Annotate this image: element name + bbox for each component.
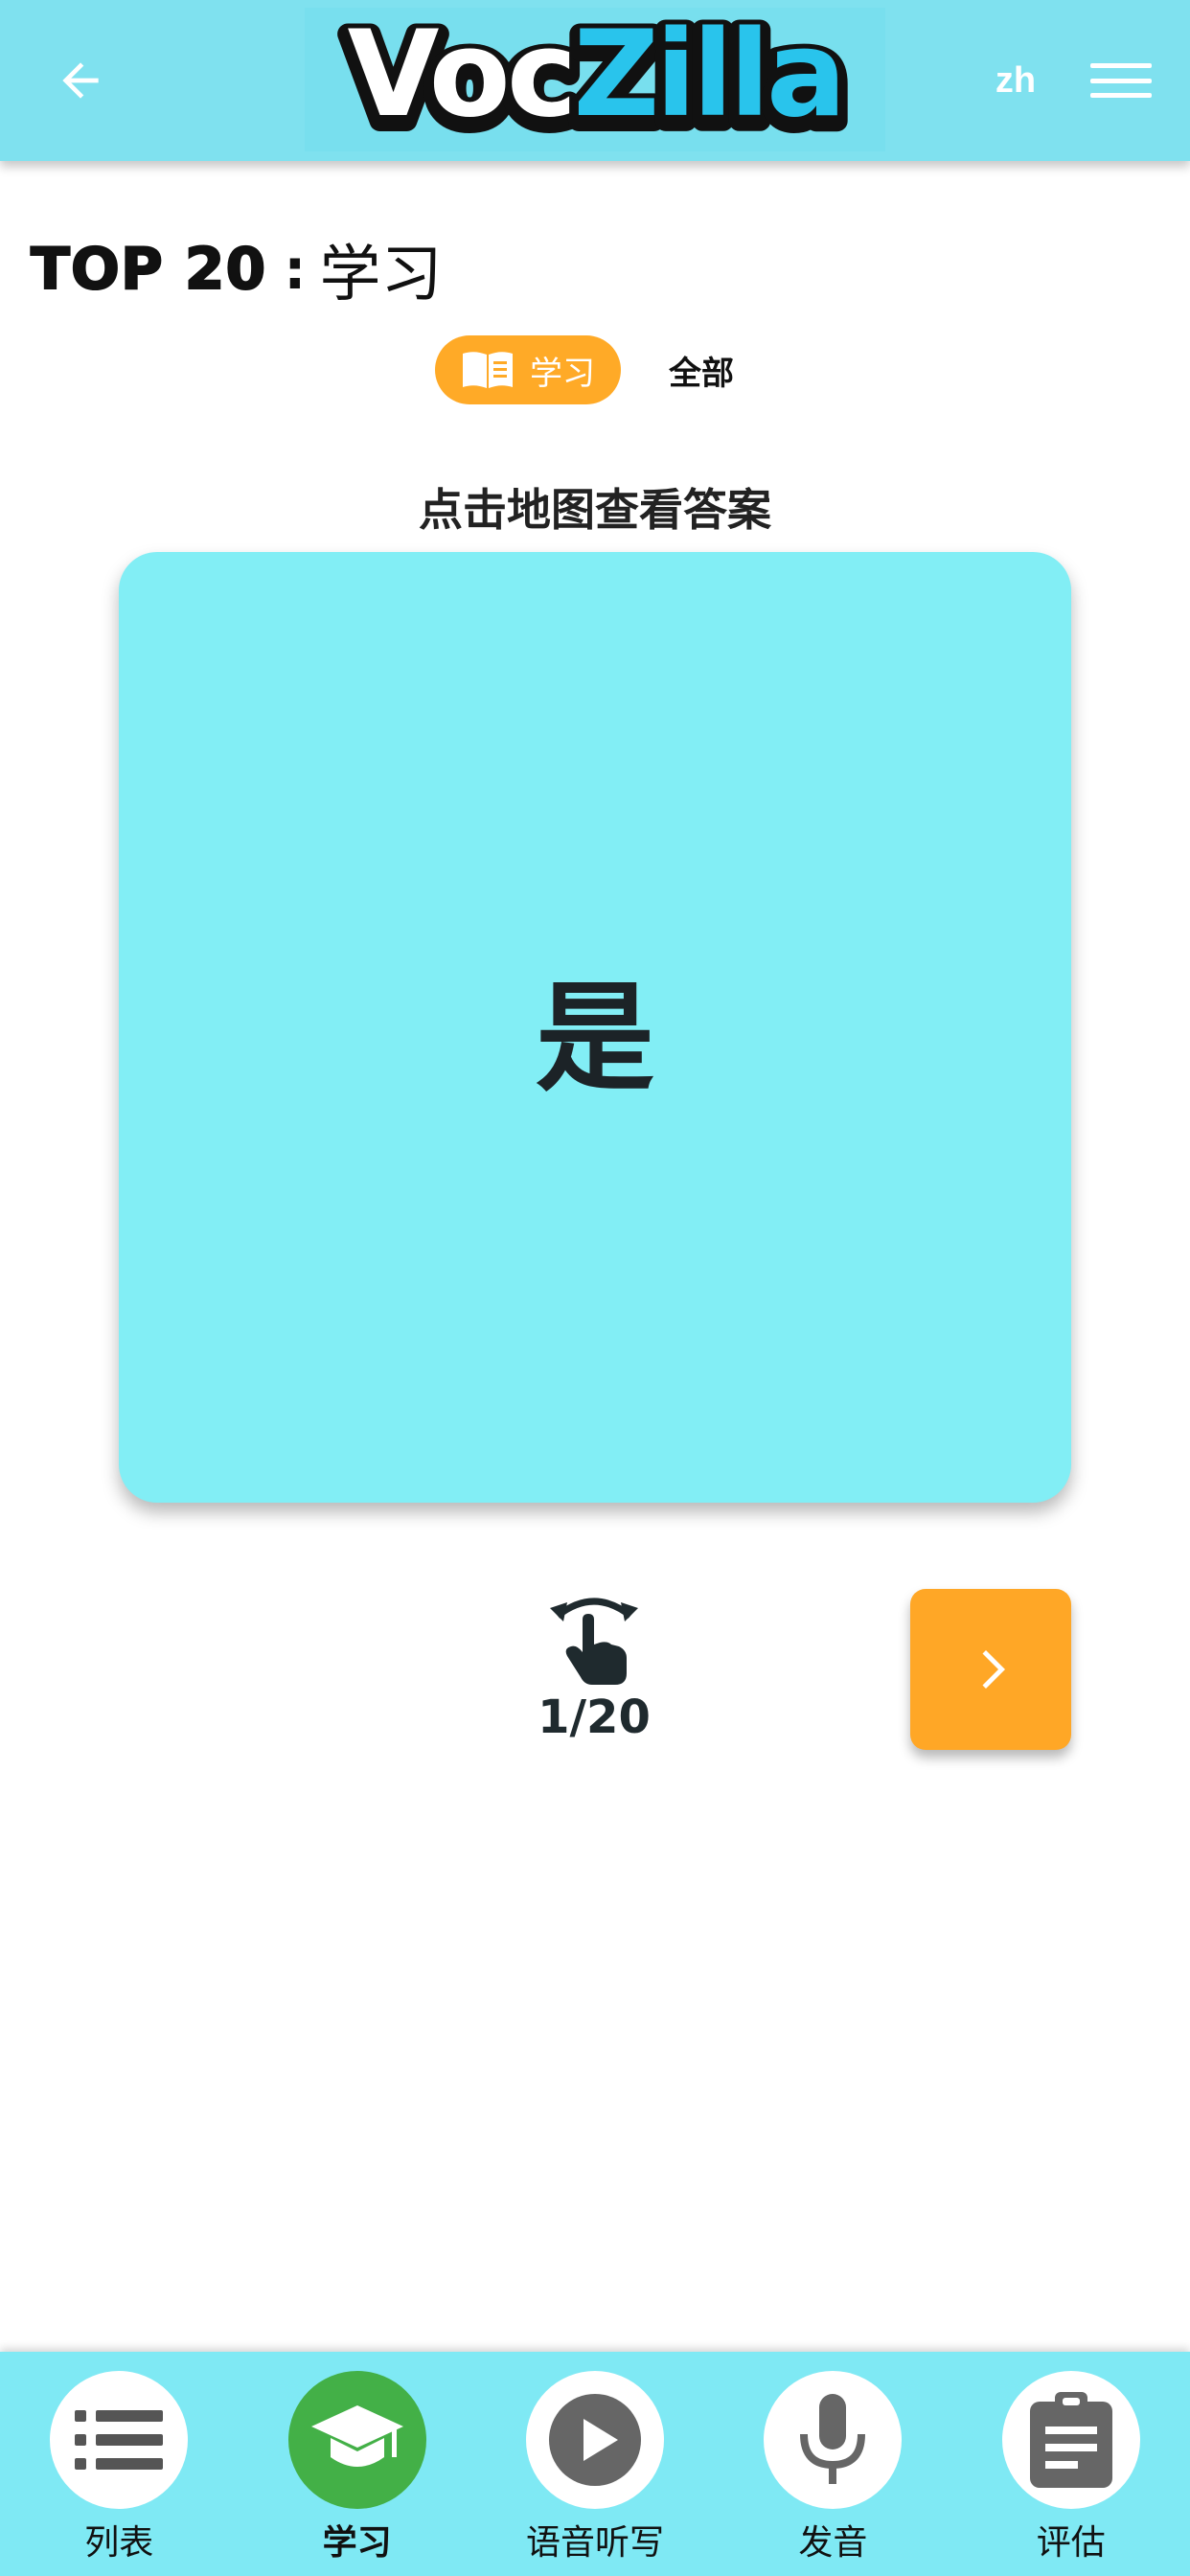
back-button[interactable] — [42, 42, 119, 119]
arrow-left-icon — [62, 62, 99, 99]
flashcard[interactable]: 是 — [119, 552, 1071, 1503]
graduation-cap-icon — [310, 2405, 403, 2467]
chevron-right-icon — [982, 1650, 1005, 1689]
nav-item-list[interactable]: 列表 — [0, 2352, 238, 2576]
microphone-icon — [800, 2394, 866, 2484]
nav-label-learn: 学习 — [322, 2523, 392, 2563]
flip-control[interactable]: 1/20 — [498, 1591, 690, 1763]
mode-learn-label: 学习 — [530, 354, 595, 393]
nav-label-dictation: 语音听写 — [525, 2523, 664, 2563]
nav-item-assessment[interactable]: 评估 — [952, 2352, 1190, 2576]
tap-flip-icon — [550, 1598, 638, 1685]
next-card-button[interactable] — [910, 1589, 1071, 1750]
heading-title: 学习 — [319, 240, 443, 310]
bottom-navigation: 列表 学习 语音听写 发音 评估 — [0, 2352, 1190, 2576]
heading-prefix: TOP 20 — [30, 235, 267, 304]
play-icon — [548, 2394, 641, 2486]
menu-button[interactable] — [1083, 50, 1159, 111]
voczilla-logo: VocZilla VocZilla — [305, 8, 885, 151]
mode-learn-button[interactable]: 学习 — [435, 335, 621, 404]
nav-item-learn[interactable]: 学习 — [238, 2352, 475, 2576]
mode-switch: 学习 全部 — [435, 335, 734, 404]
mode-all-button[interactable]: 全部 — [669, 347, 734, 394]
clipboard-icon — [1029, 2392, 1112, 2488]
nav-item-pronunciation[interactable]: 发音 — [714, 2352, 951, 2576]
nav-label-assessment: 评估 — [1036, 2523, 1106, 2563]
book-open-icon — [463, 352, 513, 388]
heading-separator: : — [284, 237, 307, 302]
nav-label-list: 列表 — [84, 2523, 154, 2563]
page-title: TOP 20 : 学习 — [30, 226, 443, 312]
card-counter: 1/20 — [538, 1690, 651, 1744]
top-app-bar: VocZilla VocZilla zh — [0, 0, 1190, 161]
hamburger-menu-icon — [1090, 63, 1152, 68]
list-icon — [75, 2410, 164, 2470]
language-selector[interactable]: zh — [979, 54, 1052, 107]
nav-item-dictation[interactable]: 语音听写 — [476, 2352, 714, 2576]
card-word: 是 — [535, 970, 654, 1108]
card-hint: 点击地图查看答案 — [419, 484, 771, 536]
nav-label-pronunciation: 发音 — [798, 2523, 868, 2563]
svg-text:VocZilla: VocZilla — [348, 8, 843, 144]
